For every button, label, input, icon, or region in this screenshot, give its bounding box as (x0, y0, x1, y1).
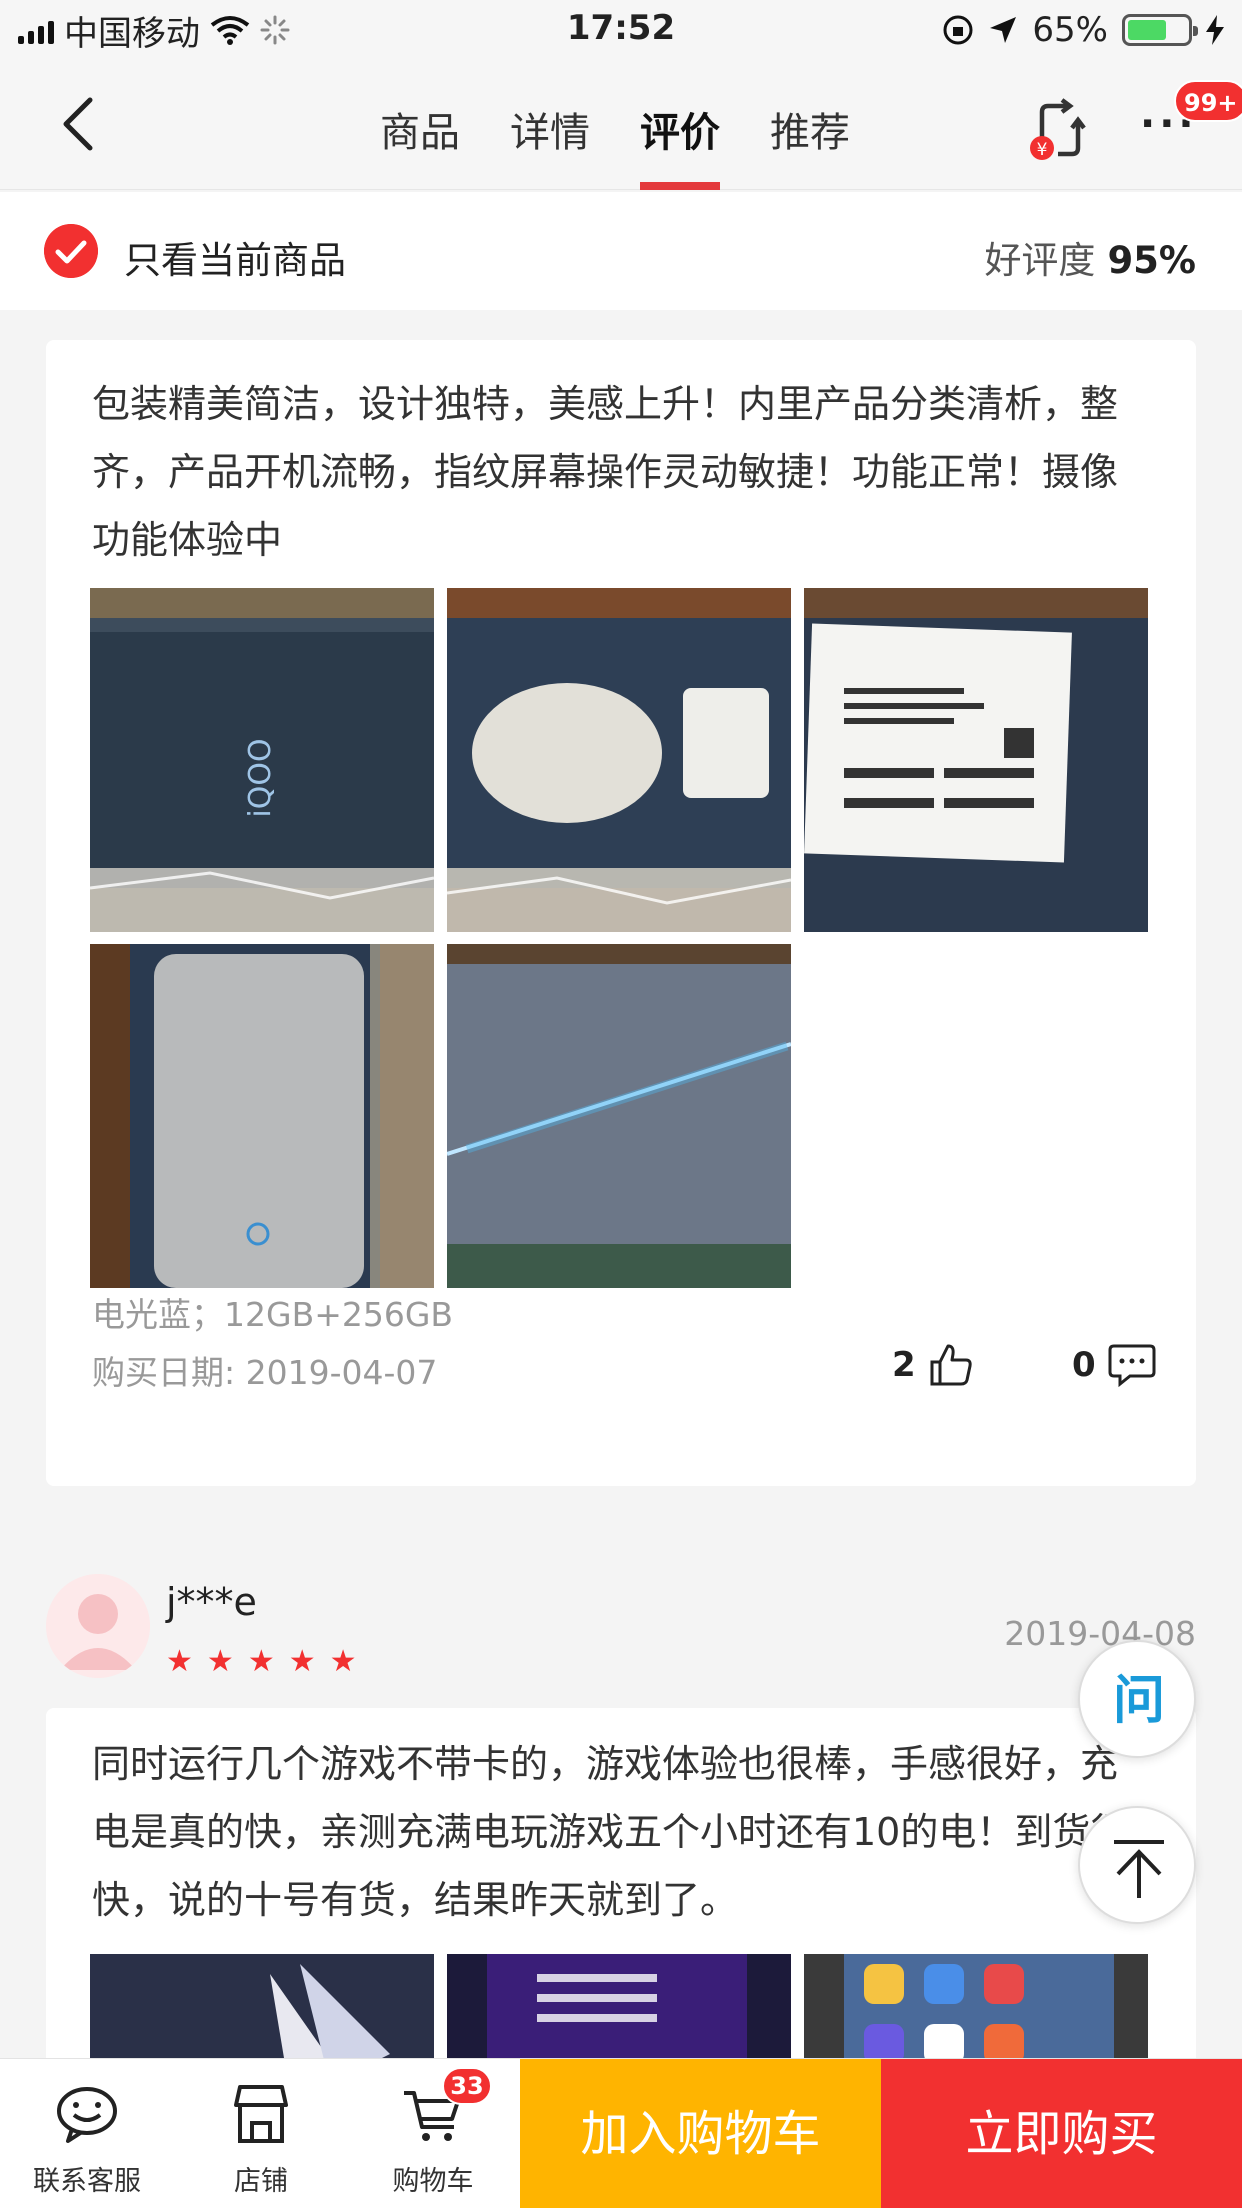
star-icon: ★ (288, 1644, 316, 1679)
avatar[interactable] (46, 1574, 150, 1678)
bottom-bar: 联系客服 店铺 33 购物车 加入购物车 立即购买 (0, 2058, 1242, 2208)
shop-label: 店铺 (234, 2166, 288, 2197)
product-variant: 电光蓝；12GB+256GB (92, 1295, 454, 1334)
positive-rating: 好评度 95% (984, 230, 1196, 284)
store-icon (234, 2085, 288, 2143)
only-current-product-label[interactable]: 只看当前商品 (124, 230, 346, 284)
review-photo[interactable] (804, 588, 1148, 932)
reviewer-name: j***e (166, 1580, 257, 1624)
comment-button[interactable]: 0 (1072, 1342, 1156, 1388)
comment-icon (1108, 1344, 1156, 1388)
reviewer-row: j***e ★ ★ ★ ★ ★ 2019-04-08 (0, 1540, 1242, 1690)
arrow-up-icon (1114, 1840, 1164, 1898)
battery-level (1128, 20, 1166, 40)
tab-bar: 商品 详情 评价 推荐 (380, 100, 850, 190)
rating-value: 95% (1107, 239, 1196, 282)
shop-button[interactable]: 店铺 (186, 2059, 336, 2208)
screen: 中国移动 17:52 65% 商品 详情 评价 推荐 ¥ ··· 99+ 只看当… (0, 0, 1242, 2208)
star-rating: ★ ★ ★ ★ ★ (166, 1644, 357, 1679)
customer-service-button[interactable]: 联系客服 (12, 2059, 162, 2208)
star-icon: ★ (329, 1644, 357, 1679)
checked-icon[interactable] (44, 224, 98, 278)
like-count: 2 (892, 1345, 916, 1385)
back-to-top-button[interactable] (1078, 1806, 1196, 1924)
battery-icon (1122, 14, 1198, 46)
tab-recommend[interactable]: 推荐 (770, 100, 850, 180)
purchase-date: 购买日期: 2019-04-07 (92, 1353, 438, 1392)
ask-label: 问 (1113, 1671, 1165, 1731)
share-earn-icon[interactable]: ¥ (1028, 98, 1092, 162)
thumbs-up-icon (930, 1344, 972, 1386)
cart-button[interactable]: 33 购物车 (358, 2059, 508, 2208)
star-icon: ★ (206, 1644, 234, 1679)
like-button[interactable]: 2 (892, 1342, 974, 1388)
tab-details[interactable]: 详情 (510, 100, 590, 180)
comment-count: 0 (1072, 1345, 1096, 1385)
status-bar: 中国移动 17:52 65% (0, 0, 1242, 60)
review-photo[interactable] (447, 944, 791, 1288)
chat-icon (57, 2087, 117, 2143)
ask-button[interactable]: 问 (1078, 1640, 1196, 1758)
cart-label: 购物车 (392, 2166, 474, 2197)
review-photo[interactable] (447, 588, 791, 932)
add-to-cart-button[interactable]: 加入购物车 (520, 2059, 881, 2208)
buy-now-button[interactable]: 立即购买 (881, 2059, 1242, 2208)
review-text: 包装精美简洁，设计独特，美感上升！内里产品分类清析，整齐，产品开机流畅，指纹屏幕… (92, 382, 1119, 562)
back-arrow-icon[interactable] (52, 94, 112, 154)
charging-icon (1206, 15, 1224, 45)
filter-row: 只看当前商品 好评度 95% (0, 192, 1242, 310)
notification-badge: 99+ (1174, 80, 1242, 122)
nav-bar: 商品 详情 评价 推荐 ¥ ··· 99+ (0, 60, 1242, 190)
tab-reviews[interactable]: 评价 (640, 100, 720, 190)
location-icon (990, 17, 1017, 43)
service-label: 联系客服 (33, 2166, 141, 2197)
review-photo[interactable] (90, 944, 434, 1288)
review-photo[interactable]: iQOO (90, 588, 434, 932)
star-icon: ★ (166, 1644, 193, 1679)
cart-count-badge: 33 (442, 2067, 492, 2105)
star-icon: ★ (247, 1644, 275, 1679)
tab-product[interactable]: 商品 (380, 100, 460, 180)
battery-percent: 65% (1032, 10, 1108, 50)
review-text: 同时运行几个游戏不带卡的，游戏体验也很棒，手感很好，充电是真的快，亲测充满电玩游… (92, 1742, 1129, 1922)
rating-label: 好评度 (984, 239, 1096, 282)
review-card: 包装精美简洁，设计独特，美感上升！内里产品分类清析，整齐，产品开机流畅，指纹屏幕… (46, 340, 1196, 1486)
svg-text:¥: ¥ (1037, 140, 1048, 160)
question-icon: 问 (1113, 1671, 1165, 1731)
svg-text:iQOO: iQOO (243, 738, 278, 817)
orientation-lock-icon (943, 15, 973, 45)
